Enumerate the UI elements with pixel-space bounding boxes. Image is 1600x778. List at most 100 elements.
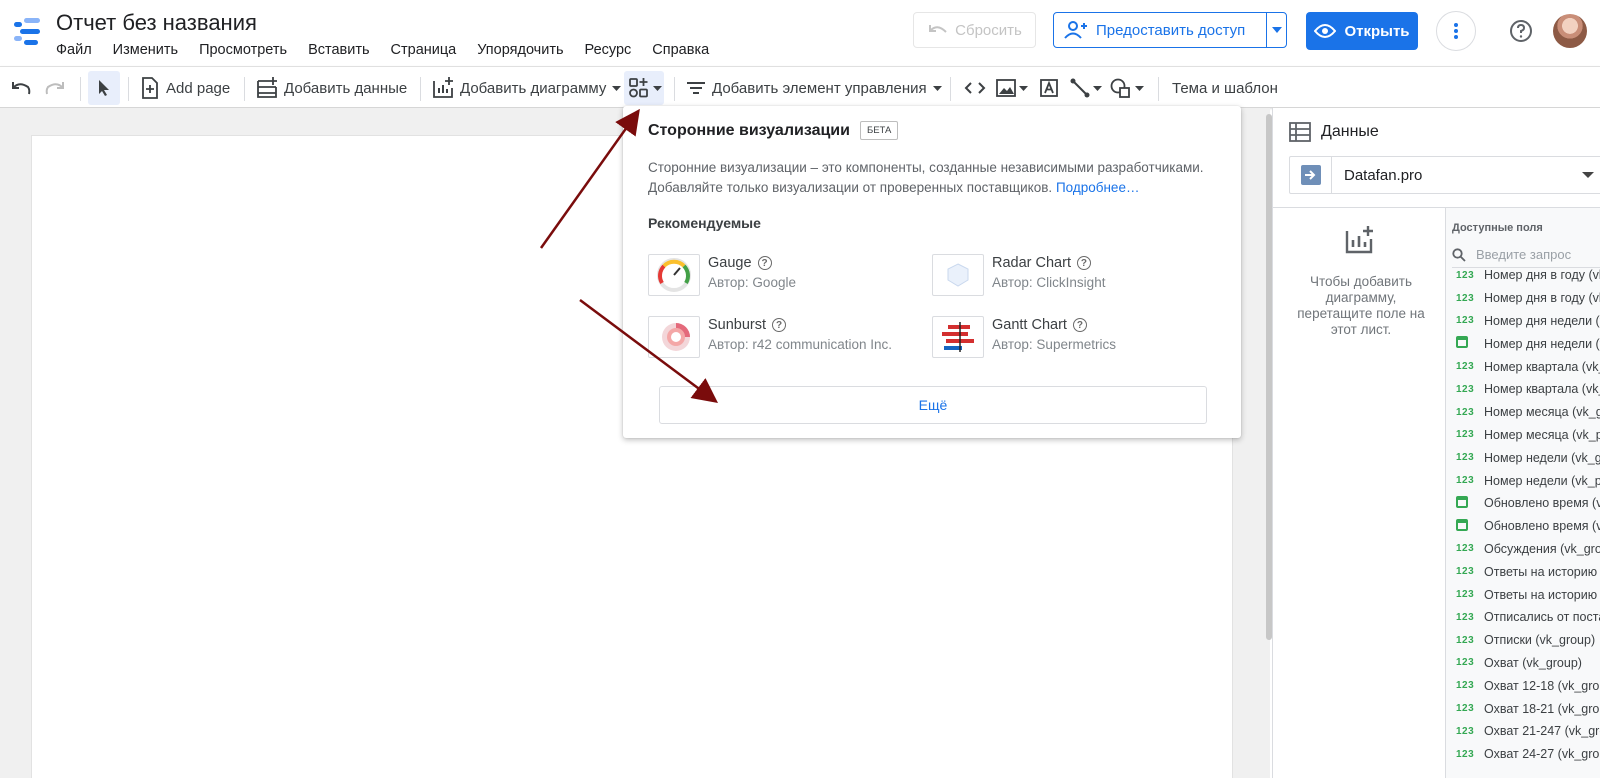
field-item[interactable]: 123 Охват 12-18 (vk_group… [1446,674,1600,697]
field-item[interactable]: Обновлено время (v… [1446,515,1600,538]
viz-radar-chart[interactable]: Radar Chart? Автор: ClickInsight [932,254,1105,296]
add-page-button[interactable]: Add page [140,71,230,105]
field-item[interactable]: 123 Номер недели (vk_gr… [1446,446,1600,469]
help-icon[interactable]: ? [757,256,772,270]
field-name: Номер дня недели (v… [1484,336,1600,351]
caret-down-icon [612,85,622,91]
learn-more-link[interactable]: Подробнее… [1056,180,1140,195]
more-button[interactable]: Ещё [659,386,1207,424]
field-item[interactable]: 123 Номер квартала (vk_… [1446,378,1600,401]
add-control-button[interactable]: Добавить элемент управления [686,71,942,105]
field-name: Обновлено время (v… [1484,519,1600,534]
report-title[interactable]: Отчет без названия [56,10,257,36]
field-item[interactable]: 123 Номер месяца (vk_p… [1446,424,1600,447]
theme-layout-button[interactable]: Тема и шаблон [1172,71,1278,105]
field-item[interactable]: Обновлено время (v… [1446,492,1600,515]
data-source-select[interactable]: Datafan.pro [1289,156,1600,194]
embed-url-button[interactable] [964,71,986,105]
numeric-field-icon: 123 [1456,361,1475,373]
add-page-icon [142,77,158,99]
viz-gantt-chart[interactable]: Gantt Chart? Автор: Supermetrics [932,316,1116,358]
help-icon[interactable]: ? [1072,318,1087,332]
viz-author-gantt: Автор: Supermetrics [992,337,1116,352]
add-chart-icon [1345,226,1373,254]
toolbar-divider [80,77,81,101]
field-item[interactable]: 123 Обсуждения (vk_gro… [1446,538,1600,561]
viz-gauge[interactable]: Gauge? Автор: Google [648,254,796,296]
field-item[interactable]: 123 Номер недели (vk_p… [1446,469,1600,492]
field-item[interactable]: 123 Охват 24-27 (vk_group… [1446,743,1600,766]
field-item[interactable]: 123 Отписались от поста… [1446,606,1600,629]
date-field-icon [1446,518,1484,534]
help-icon[interactable]: ? [772,318,787,332]
text-box-icon [1040,79,1058,97]
field-item[interactable]: Номер дня недели (v… [1446,332,1600,355]
field-item[interactable]: 123 Охват 18-21 (vk_group… [1446,697,1600,720]
field-item[interactable]: 123 Ответы на историю (… [1446,583,1600,606]
viz-author-sunburst: Автор: r42 communication Inc. [708,337,892,352]
viz-sunburst[interactable]: Sunburst? Автор: r42 communication Inc. [648,316,892,358]
share-button[interactable]: Предоставить доступ [1053,12,1287,48]
menu-arrange[interactable]: Упорядочить [477,40,573,60]
field-name: Охват 18-21 (vk_group… [1484,701,1600,716]
field-item[interactable]: 123 Отписки (vk_group) [1446,629,1600,652]
share-label: Предоставить доступ [1096,21,1246,39]
insert-line-button[interactable] [1070,71,1102,105]
caret-down-icon [1093,85,1102,91]
redo-button[interactable] [44,71,68,105]
avatar[interactable] [1553,14,1587,48]
numeric-field-icon: 123 [1456,292,1475,304]
insert-shape-button[interactable] [1110,71,1144,105]
field-name: Охват 21-247 (vk_gro… [1484,724,1600,739]
numeric-field-icon: 123 [1456,406,1475,418]
field-item[interactable]: 123 Номер квартала (vk_… [1446,355,1600,378]
recommended-heading: Рекомендуемые [648,215,761,231]
insert-image-button[interactable] [996,71,1028,105]
line-icon [1070,78,1090,98]
reset-button[interactable]: Сбросить [913,12,1036,48]
field-name: Номер недели (vk_gr… [1484,450,1600,465]
menu-file[interactable]: Файл [56,40,102,60]
add-data-button[interactable]: Добавить данные [256,71,407,105]
menu-resource[interactable]: Ресурс [585,40,642,60]
field-name: Номер месяца (vk_gr… [1484,405,1600,420]
field-name: Номер квартала (vk_… [1484,359,1600,374]
field-item[interactable]: 123 Ответы на историю (… [1446,560,1600,583]
field-item[interactable]: 123 Номер дня в году (vk… [1446,287,1600,310]
code-icon [964,82,986,94]
numeric-field-icon: 123 [1456,589,1475,601]
toolbar-divider [128,77,129,101]
help-icon[interactable] [1509,19,1533,43]
menu-edit[interactable]: Изменить [113,40,188,60]
add-chart-button[interactable]: Добавить диаграмму [432,71,622,105]
viz-name-gantt: Gantt Chart [992,317,1067,333]
select-tool-button[interactable] [88,71,120,105]
table-icon [1289,122,1311,142]
share-dropdown-button[interactable] [1267,13,1286,47]
add-chart-icon [433,77,453,98]
menu-insert[interactable]: Вставить [308,40,379,60]
field-item[interactable]: 123 Номер дня недели (v… [1446,310,1600,333]
chart-drop-hint-area: Чтобы добавить диаграмму, перетащите пол… [1273,208,1445,778]
field-item[interactable]: 123 Номер месяца (vk_gr… [1446,401,1600,424]
looker-studio-logo-icon[interactable] [12,16,42,46]
menu-view[interactable]: Просмотреть [199,40,297,60]
add-chart-label: Добавить диаграмму [460,79,607,97]
field-item[interactable]: 123 Номер дня в году (vk… [1446,264,1600,287]
caret-down-icon [1019,85,1028,91]
help-icon[interactable]: ? [1076,256,1091,270]
field-item[interactable]: 123 Охват 21-247 (vk_gro… [1446,720,1600,743]
numeric-field-icon: 123 [1456,543,1475,555]
undo-button[interactable] [10,71,34,105]
more-options-button[interactable] [1436,11,1476,51]
insert-text-button[interactable] [1039,71,1059,105]
menu-help[interactable]: Справка [652,40,719,60]
field-item[interactable]: 123 Охват (vk_group) [1446,652,1600,675]
caret-down-icon [653,85,662,91]
theme-label: Тема и шаблон [1172,79,1278,97]
field-list: 123 Номер дня в году (vk… 123 Номер дня в г… [1446,264,1600,766]
open-button[interactable]: Открыть [1306,12,1418,50]
menu-page[interactable]: Страница [391,40,467,60]
search-icon [1452,247,1466,262]
community-visualizations-button[interactable] [624,71,664,105]
